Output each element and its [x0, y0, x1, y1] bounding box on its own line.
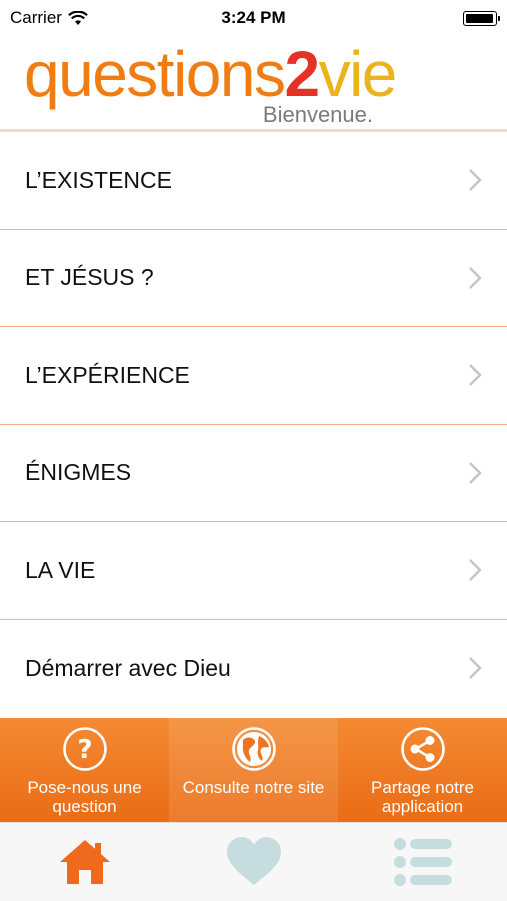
chevron-right-icon — [469, 169, 482, 192]
chevron-right-icon — [469, 461, 482, 484]
visit-site-button[interactable]: Consulte notre site — [169, 718, 338, 822]
logo-part-2: 2 — [284, 38, 320, 110]
logo-part-vie: vie — [318, 38, 398, 110]
menu-item-label: L’EXISTENCE — [25, 166, 172, 193]
ask-question-label: Pose-nous une question — [27, 778, 142, 816]
ask-question-button[interactable]: ? Pose-nous une question — [0, 718, 169, 822]
logo-part-questions: questions — [24, 38, 286, 110]
menu-item-label: ET JÉSUS ? — [25, 264, 154, 291]
menu-item-demarrer-avec-dieu[interactable]: Démarrer avec Dieu — [0, 620, 507, 718]
menu-item-label: ÉNIGMES — [25, 459, 132, 486]
globe-icon — [231, 727, 276, 771]
menu-item-enigmes[interactable]: ÉNIGMES — [0, 425, 507, 522]
topic-menu: L’EXISTENCE ET JÉSUS ? L’EXPÉRIENCE ÉNIG… — [0, 132, 507, 717]
home-icon — [59, 840, 110, 884]
action-bar: ? Pose-nous une question Consulte notre … — [0, 718, 507, 822]
svg-text:?: ? — [77, 735, 92, 765]
carrier-group: Carrier — [10, 8, 88, 28]
chevron-right-icon — [469, 559, 482, 582]
tab-favorites[interactable] — [169, 823, 338, 901]
share-app-button[interactable]: Partage notre application — [338, 718, 507, 822]
tab-home[interactable] — [0, 823, 169, 901]
share-icon — [400, 727, 445, 771]
visit-site-label: Consulte notre site — [182, 778, 325, 797]
menu-item-label: Démarrer avec Dieu — [25, 654, 231, 681]
logo-tagline: Bienvenue. — [262, 102, 373, 127]
carrier-label: Carrier — [10, 8, 62, 27]
tab-list[interactable] — [338, 823, 507, 901]
list-icon — [393, 838, 452, 886]
tab-bar — [0, 822, 507, 901]
menu-item-label: LA VIE — [25, 556, 96, 583]
app-logo: questions2vie — [24, 42, 397, 106]
chevron-right-icon — [469, 364, 482, 387]
menu-item-label: L’EXPÉRIENCE — [25, 361, 190, 388]
menu-item-la-vie[interactable]: LA VIE — [0, 522, 507, 620]
chevron-right-icon — [469, 266, 482, 289]
status-bar: Carrier 3:24 PM — [0, 0, 507, 36]
menu-item-existence[interactable]: L’EXISTENCE — [0, 132, 507, 230]
battery-icon — [463, 10, 500, 26]
menu-item-et-jesus[interactable]: ET JÉSUS ? — [0, 230, 507, 327]
menu-item-experience[interactable]: L’EXPÉRIENCE — [0, 327, 507, 425]
share-app-label: Partage notre application — [370, 778, 474, 816]
app-header: questions2vie Bienvenue. — [0, 36, 507, 132]
battery-fill — [466, 13, 493, 23]
heart-icon — [226, 837, 281, 885]
question-icon: ? — [62, 727, 107, 771]
chevron-right-icon — [469, 657, 482, 680]
wifi-icon — [68, 10, 88, 25]
